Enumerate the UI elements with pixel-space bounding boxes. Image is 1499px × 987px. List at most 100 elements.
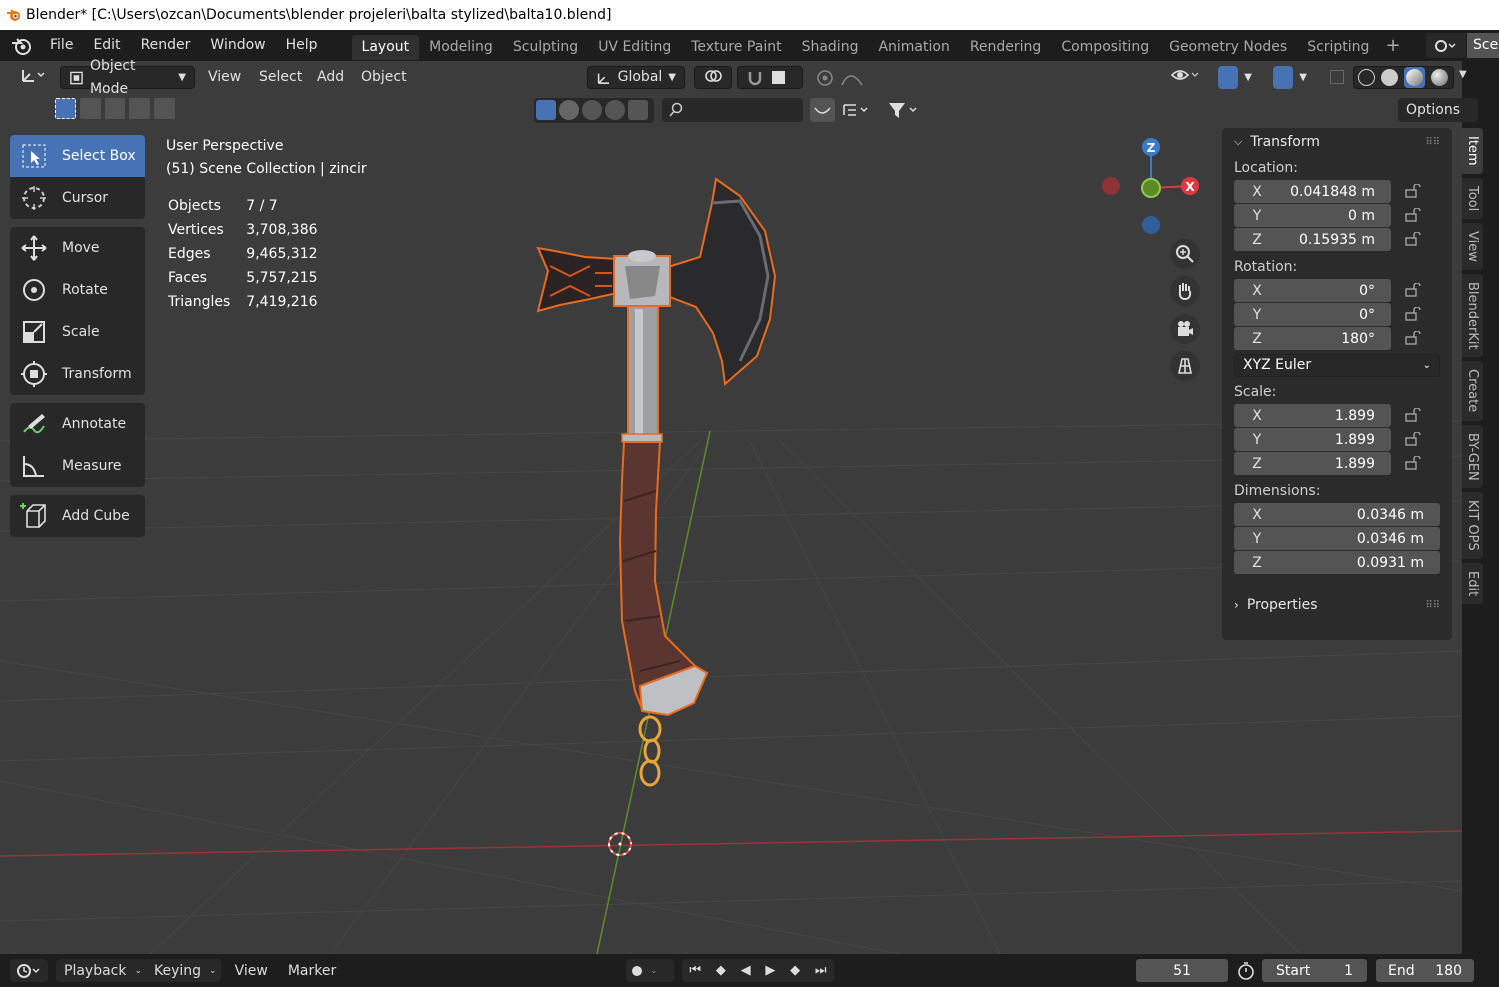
menu-file[interactable]: File	[40, 30, 83, 61]
navigation-gizmo[interactable]: Z X	[1095, 133, 1205, 238]
add-workspace-icon[interactable]: +	[1385, 35, 1400, 56]
menu-marker[interactable]: Marker	[280, 963, 344, 979]
tab-geometry-nodes[interactable]: Geometry Nodes	[1159, 35, 1297, 60]
mode-selector[interactable]: Object Mode ▼	[60, 58, 195, 97]
solid-shading-icon[interactable]	[1381, 69, 1398, 86]
tool-transform[interactable]: Transform	[10, 353, 145, 395]
blender-menu-icon[interactable]	[10, 36, 34, 56]
current-frame-field[interactable]: 51	[1136, 959, 1228, 982]
rotation-z-field[interactable]: Z 180°	[1234, 327, 1391, 350]
lock-icon[interactable]	[1404, 331, 1422, 345]
lock-icon[interactable]	[1404, 432, 1422, 446]
jump-prev-keyframe-icon[interactable]: ◆	[716, 963, 726, 978]
jump-start-icon[interactable]: ⏮	[689, 963, 701, 978]
scene-selector-button[interactable]	[1426, 33, 1466, 58]
select-invert-icon[interactable]	[129, 98, 151, 119]
select-subtract-icon[interactable]	[104, 98, 126, 119]
scale-y-field[interactable]: Y 1.899	[1234, 428, 1391, 451]
menu-add[interactable]: Add	[309, 66, 352, 89]
scene-name-field[interactable]: Scen	[1467, 33, 1499, 58]
rotation-y-field[interactable]: Y 0°	[1234, 303, 1391, 326]
tab-create[interactable]: Create	[1462, 361, 1483, 421]
menu-playback[interactable]: Playback	[56, 963, 134, 979]
tab-sculpting[interactable]: Sculpting	[503, 35, 588, 60]
tab-compositing[interactable]: Compositing	[1051, 35, 1159, 60]
menu-help[interactable]: Help	[276, 30, 328, 61]
lock-icon[interactable]	[1404, 283, 1422, 297]
menu-select[interactable]: Select	[251, 66, 310, 89]
transform-orientation-selector[interactable]: Global ▼	[587, 66, 685, 89]
jump-end-icon[interactable]: ⏭	[815, 963, 827, 978]
visibility-button[interactable]	[1162, 66, 1206, 89]
lock-icon[interactable]	[1404, 232, 1422, 246]
drag-handle-icon[interactable]: ⠿⠿	[1425, 137, 1440, 148]
scale-x-field[interactable]: X 1.899	[1234, 404, 1391, 427]
overlays-button[interactable]: ▼	[1265, 66, 1315, 89]
options-dropdown[interactable]: Options ▼	[1398, 98, 1478, 141]
rotation-mode-select[interactable]: XYZ Euler ⌄	[1234, 354, 1440, 377]
rendered-shading-icon[interactable]	[1431, 69, 1448, 86]
tab-animation[interactable]: Animation	[868, 35, 959, 60]
tab-item[interactable]: Item	[1462, 128, 1483, 174]
tab-by-gen[interactable]: BY-GEN	[1462, 424, 1483, 489]
play-icon[interactable]: ▶	[765, 963, 775, 978]
sort-button[interactable]	[842, 98, 882, 122]
tab-view[interactable]: View	[1462, 222, 1483, 270]
select-new-icon[interactable]	[55, 98, 76, 119]
tool-measure[interactable]: Measure	[10, 445, 145, 487]
light-filter-icon[interactable]	[582, 100, 602, 120]
stopwatch-icon[interactable]	[1236, 962, 1256, 980]
timeline-editor-type-button[interactable]	[10, 959, 48, 982]
start-frame-field[interactable]: Start 1	[1262, 959, 1367, 982]
jump-next-keyframe-icon[interactable]: ◆	[790, 963, 800, 978]
gizmos-button[interactable]: ▼	[1210, 66, 1260, 89]
menu-object[interactable]: Object	[353, 66, 415, 89]
lock-icon[interactable]	[1404, 307, 1422, 321]
chevron-down-icon[interactable]: ▼	[1459, 69, 1467, 80]
menu-timeline-view[interactable]: View	[227, 963, 276, 979]
lock-icon[interactable]	[1404, 456, 1422, 470]
collection-toggle-button[interactable]	[810, 98, 835, 122]
menu-view[interactable]: View	[200, 66, 249, 89]
select-intersect-icon[interactable]	[154, 98, 175, 119]
filter-button[interactable]	[886, 98, 926, 122]
shading-mode-group[interactable]	[1353, 66, 1454, 89]
snapping-button[interactable]	[737, 66, 803, 89]
location-y-field[interactable]: Y 0 m	[1234, 204, 1391, 227]
tool-cursor[interactable]: Cursor	[10, 177, 145, 219]
menu-window[interactable]: Window	[200, 30, 275, 61]
drag-handle-icon[interactable]: ⠿⠿	[1425, 600, 1440, 611]
pan-button[interactable]	[1170, 276, 1200, 306]
search-input[interactable]	[662, 98, 803, 122]
xray-toggle[interactable]	[1322, 66, 1348, 89]
tab-texture-paint[interactable]: Texture Paint	[681, 35, 791, 60]
proportional-editing-button[interactable]	[808, 66, 874, 89]
material-preview-shading-icon[interactable]	[1404, 67, 1425, 88]
mesh-filter-icon[interactable]	[559, 100, 579, 120]
auto-keying-button[interactable]: ⌄	[626, 959, 674, 982]
object-filter-icon[interactable]	[536, 100, 556, 120]
dimensions-x-field[interactable]: X 0.0346 m	[1234, 503, 1440, 526]
wireframe-shading-icon[interactable]	[1358, 69, 1375, 86]
tab-tool[interactable]: Tool	[1462, 177, 1483, 219]
world-filter-icon[interactable]	[605, 100, 625, 120]
zoom-button[interactable]	[1170, 239, 1200, 269]
tool-select-box[interactable]: Select Box	[10, 135, 145, 177]
tab-kit-ops[interactable]: KIT OPS	[1462, 492, 1483, 560]
tab-blenderkit[interactable]: BlenderKit	[1462, 273, 1483, 358]
dimensions-z-field[interactable]: Z 0.0931 m	[1234, 551, 1440, 574]
tool-rotate[interactable]: Rotate	[10, 269, 145, 311]
lock-icon[interactable]	[1404, 184, 1422, 198]
tab-shading[interactable]: Shading	[792, 35, 869, 60]
tab-layout[interactable]: Layout	[351, 34, 420, 60]
perspective-toggle-button[interactable]	[1170, 351, 1200, 381]
location-z-field[interactable]: Z 0.15935 m	[1234, 228, 1391, 251]
armature-filter-icon[interactable]	[628, 100, 648, 120]
lock-icon[interactable]	[1404, 208, 1422, 222]
transform-section-header[interactable]: ⌵ Transform ⠿⠿	[1222, 128, 1452, 156]
tool-move[interactable]: Move	[10, 227, 145, 269]
tab-scripting[interactable]: Scripting	[1297, 35, 1379, 60]
tab-edit[interactable]: Edit	[1462, 563, 1483, 605]
tool-scale[interactable]: Scale	[10, 311, 145, 353]
tool-annotate[interactable]: Annotate	[10, 403, 145, 445]
